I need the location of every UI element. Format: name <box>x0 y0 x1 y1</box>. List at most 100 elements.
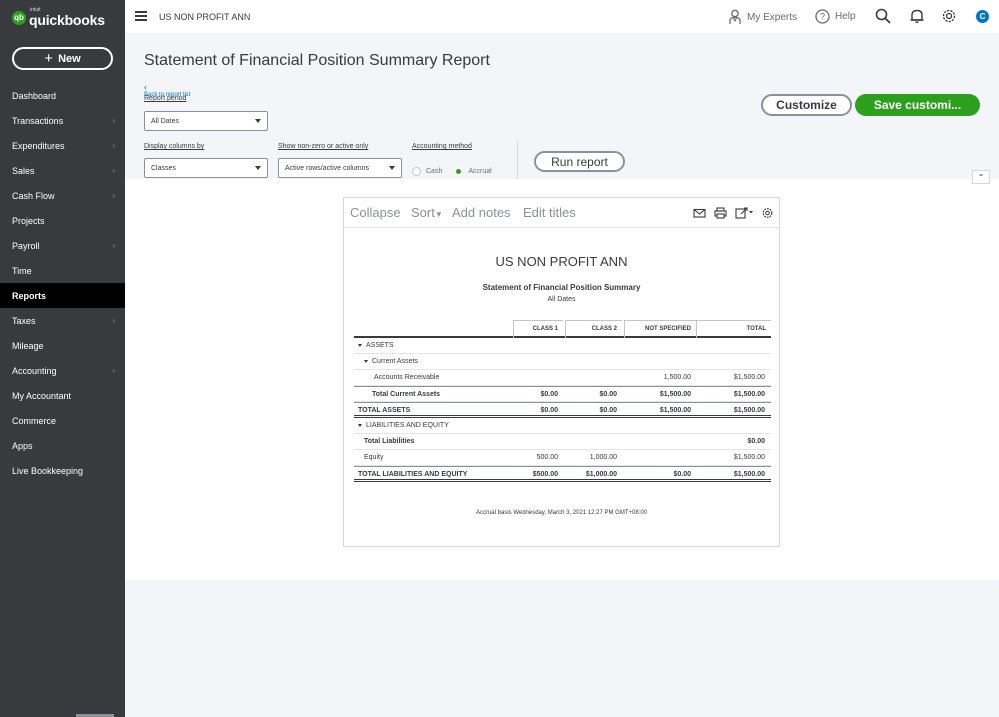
table-row[interactable]: Equity 500.00 1,000.00 $1,500.00 <box>354 450 771 466</box>
sidebar-item-label: Payroll <box>12 240 40 251</box>
sidebar-item-reports[interactable]: Reports <box>0 283 125 308</box>
search-icon[interactable] <box>875 8 891 24</box>
accrual-radio-label: Accrual <box>468 168 492 175</box>
report-table-header: CLASS 1 CLASS 2 NOT SPECIFIED TOTAL <box>354 320 771 338</box>
new-button[interactable]: + New <box>12 47 113 70</box>
bell-icon[interactable] <box>909 8 925 24</box>
quickbooks-logo[interactable]: qb intuit quickbooks <box>12 8 105 27</box>
cell-value[interactable]: 1,000.00 <box>590 454 617 461</box>
chevron-right-icon: › <box>112 116 115 125</box>
table-row[interactable]: Total Liabilities $0.00 <box>354 434 771 450</box>
cell-value[interactable]: $0.00 <box>540 391 558 398</box>
chevron-right-icon: › <box>112 316 115 325</box>
export-icon[interactable] <box>735 207 755 219</box>
sidebar-item-label: Cash Flow <box>12 190 55 201</box>
email-icon[interactable] <box>693 207 706 219</box>
table-row[interactable]: Total Current Assets $0.00 $0.00 $1,500.00 $… <box>354 386 771 402</box>
report-title[interactable]: Statement of Financial Position Summary <box>344 283 779 292</box>
expand-toggle-icon[interactable] <box>364 359 368 363</box>
sidebar-item-label: Accounting <box>12 365 57 376</box>
customize-button[interactable]: Customize <box>761 94 852 116</box>
row-label: ASSETS <box>366 342 394 349</box>
sidebar-item-accounting[interactable]: Accounting › <box>0 358 125 383</box>
sidebar-item-time[interactable]: Time <box>0 258 125 283</box>
chevron-left-icon: ‹ <box>144 82 147 92</box>
sidebar-item-sales[interactable]: Sales › <box>0 158 125 183</box>
help-button[interactable]: ? Help <box>815 9 856 24</box>
report-panel: Collapse Sort▼ Add notes Edit titles US … <box>343 197 780 547</box>
row-label: Current Assets <box>372 358 418 365</box>
column-header-class-1[interactable]: CLASS 1 <box>513 320 563 338</box>
print-icon[interactable] <box>714 207 727 219</box>
cell-value[interactable]: $1,000.00 <box>586 471 617 478</box>
collapse-header-button[interactable]: ⌃ <box>972 170 990 184</box>
edit-titles-link[interactable]: Edit titles <box>523 205 576 220</box>
sidebar-item-transactions[interactable]: Transactions › <box>0 108 125 133</box>
table-row[interactable]: TOTAL LIABILITIES AND EQUITY $500.00 $1,00… <box>354 466 771 482</box>
cell-value[interactable]: $0.00 <box>673 471 691 478</box>
add-notes-link[interactable]: Add notes <box>452 205 511 220</box>
column-header-not-specified[interactable]: NOT SPECIFIED <box>624 320 696 338</box>
cell-value[interactable]: $1,500.00 <box>660 407 691 414</box>
display-columns-value: Classes <box>151 164 176 172</box>
run-report-button[interactable]: Run report <box>534 151 625 172</box>
display-columns-select[interactable]: Classes <box>144 158 268 178</box>
avatar[interactable]: C <box>976 10 989 23</box>
cell-value[interactable]: $1,500.00 <box>734 471 765 478</box>
report-header: Statement of Financial Position Summary … <box>125 33 999 184</box>
collapse-link[interactable]: Collapse <box>350 205 401 220</box>
table-row[interactable]: TOTAL ASSETS $0.00 $0.00 $1,500.00 $1,500.00 <box>354 402 771 418</box>
sort-dropdown[interactable]: Sort▼ <box>411 205 443 220</box>
table-row[interactable]: LIABILITIES AND EQUITY <box>354 418 771 434</box>
expand-toggle-icon[interactable] <box>358 423 362 427</box>
sidebar-item-label: Commerce <box>12 415 57 426</box>
cell-value[interactable]: $1,500.00 <box>734 407 765 414</box>
table-row[interactable]: Current Assets <box>354 354 771 370</box>
gear-icon[interactable] <box>761 207 774 219</box>
sidebar-item-label: Projects <box>12 215 45 226</box>
sidebar-item-taxes[interactable]: Taxes › <box>0 308 125 333</box>
cell-value[interactable]: $1,500.00 <box>734 374 765 381</box>
cell-value[interactable]: $0.00 <box>747 438 765 445</box>
sidebar-item-cash-flow[interactable]: Cash Flow › <box>0 183 125 208</box>
save-customization-button[interactable]: Save customi... <box>855 94 980 116</box>
cell-value[interactable]: $0.00 <box>599 391 617 398</box>
table-row[interactable]: ASSETS <box>354 338 771 354</box>
cell-value[interactable]: $1,500.00 <box>660 391 691 398</box>
cell-value[interactable]: $1,500.00 <box>734 391 765 398</box>
cell-value[interactable]: 500.00 <box>537 454 558 461</box>
table-row[interactable]: Accounts Receivable 1,500.00 $1,500.00 <box>354 370 771 386</box>
sidebar-item-expenditures[interactable]: Expenditures › <box>0 133 125 158</box>
column-header-total[interactable]: TOTAL <box>696 320 771 338</box>
cell-value[interactable]: $0.00 <box>599 407 617 414</box>
report-period-value: All Dates <box>151 117 180 125</box>
cell-value[interactable]: 1,500.00 <box>664 374 691 381</box>
accounting-method-group: Cash Accrual <box>412 167 492 176</box>
sidebar-item-label: Live Bookkeeping <box>12 465 84 476</box>
column-header-class-2[interactable]: CLASS 2 <box>565 320 622 338</box>
logo-text: quickbooks <box>29 12 105 28</box>
sidebar-item-my-accountant[interactable]: My Accountant <box>0 383 125 408</box>
report-company-name[interactable]: US NON PROFIT ANN <box>344 254 779 269</box>
cell-value[interactable]: $0.00 <box>540 407 558 414</box>
sidebar-item-apps[interactable]: Apps <box>0 433 125 458</box>
toolbar-divider <box>517 141 518 179</box>
sidebar-item-live-bookkeeping[interactable]: Live Bookkeeping <box>0 458 125 483</box>
display-columns-label: Display columns by <box>144 143 205 150</box>
cash-radio[interactable] <box>412 167 421 176</box>
sidebar-item-payroll[interactable]: Payroll › <box>0 233 125 258</box>
expand-toggle-icon[interactable] <box>358 343 362 347</box>
sidebar-item-projects[interactable]: Projects <box>0 208 125 233</box>
sidebar-item-mileage[interactable]: Mileage <box>0 333 125 358</box>
my-experts-button[interactable]: My Experts <box>728 9 797 25</box>
cell-value[interactable]: $500.00 <box>533 471 558 478</box>
show-nonzero-select[interactable]: Active rows/active columns <box>278 158 402 178</box>
gear-icon[interactable] <box>941 8 957 24</box>
accrual-radio[interactable] <box>454 167 464 176</box>
cell-value[interactable]: $1,500.00 <box>734 454 765 461</box>
row-label: Total Liabilities <box>364 438 415 445</box>
sidebar-item-commerce[interactable]: Commerce <box>0 408 125 433</box>
menu-icon[interactable] <box>135 11 147 21</box>
sidebar-item-dashboard[interactable]: Dashboard <box>0 83 125 108</box>
report-period-select[interactable]: All Dates <box>144 111 268 131</box>
